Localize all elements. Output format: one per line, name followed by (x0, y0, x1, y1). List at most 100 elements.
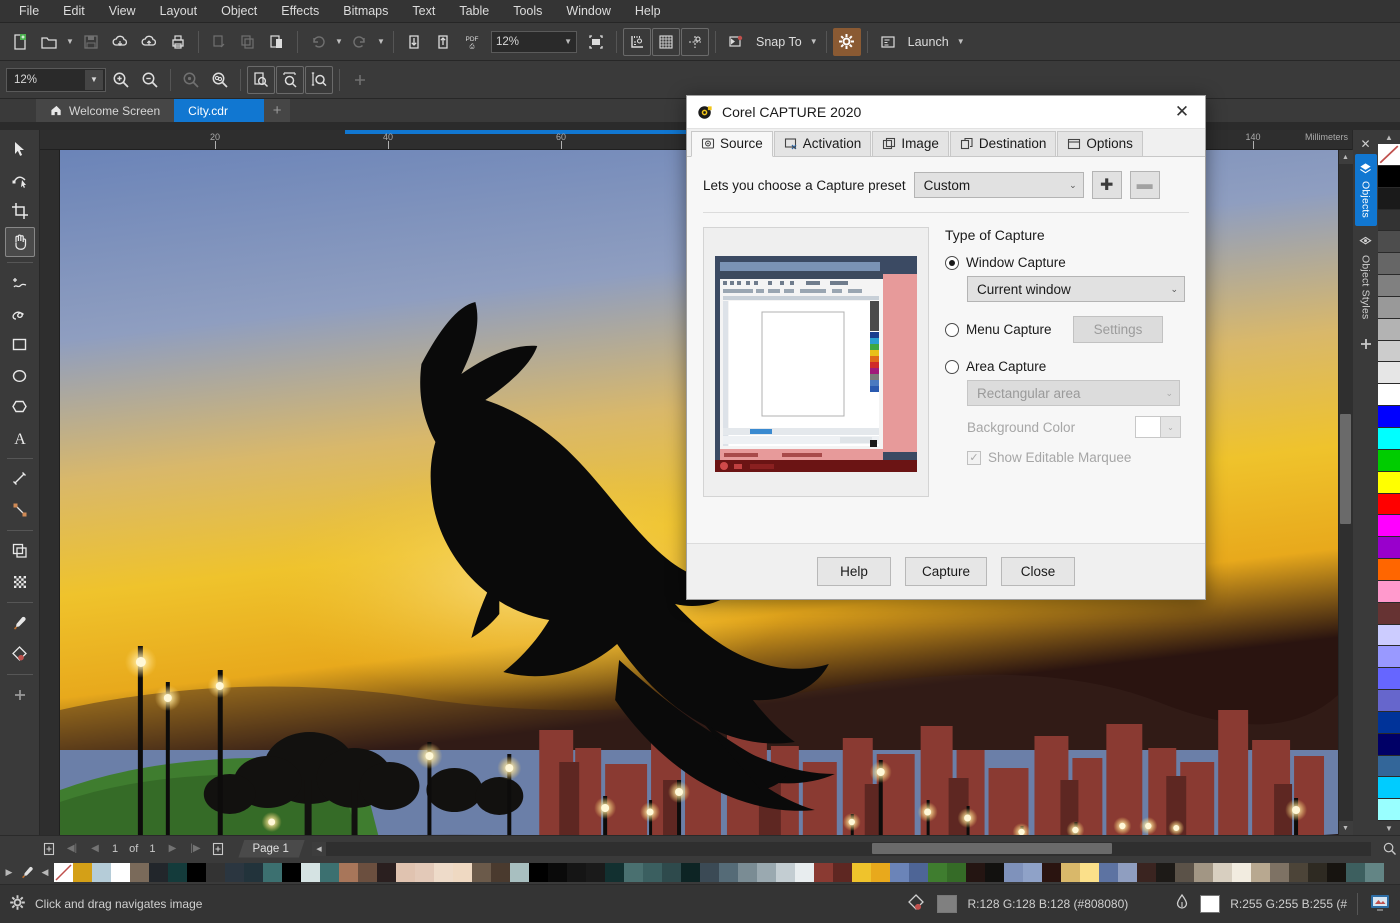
launch-label[interactable]: Launch (903, 35, 954, 49)
palette-swatch[interactable] (510, 863, 529, 882)
palette-swatch[interactable] (1308, 863, 1327, 882)
show-guidelines-icon[interactable] (681, 28, 709, 56)
zoom-navigator-icon[interactable] (1378, 839, 1400, 859)
show-marquee-row[interactable]: ✓ Show Editable Marquee (967, 450, 1189, 465)
copy-icon[interactable] (234, 28, 262, 56)
open-dropdown-icon[interactable]: ▼ (64, 28, 76, 56)
rectangle-tool[interactable] (5, 330, 35, 360)
last-page-icon[interactable]: |▶ (184, 839, 206, 859)
zoom-to-all-objects-icon[interactable] (206, 66, 234, 94)
tab-options[interactable]: Options (1057, 131, 1143, 156)
import-icon[interactable] (400, 28, 428, 56)
palette-swatch[interactable] (681, 863, 700, 882)
drop-shadow-tool[interactable] (5, 536, 35, 566)
palette-swatch[interactable] (149, 863, 168, 882)
ruler-unit-label[interactable]: Millimeters (1305, 132, 1348, 142)
launch-icon[interactable] (874, 28, 902, 56)
scroll-left-icon[interactable]: ◀ (312, 842, 326, 856)
window-capture-radio[interactable] (945, 256, 959, 270)
scroll-down-icon[interactable]: ▼ (1339, 821, 1353, 835)
scroll-thumb[interactable] (872, 843, 1112, 854)
palette-swatch[interactable] (1378, 559, 1400, 581)
palette-swatch[interactable] (529, 863, 548, 882)
palette-swatch[interactable] (1378, 690, 1400, 712)
zoom-combo[interactable]: 12% ▼ (6, 68, 106, 92)
palette-swatch[interactable] (1251, 863, 1270, 882)
current-page-number[interactable]: 1 (107, 843, 123, 855)
palette-swatch[interactable] (757, 863, 776, 882)
horizontal-scrollbar[interactable]: ◀ (312, 842, 1371, 856)
crop-tool[interactable] (5, 196, 35, 226)
palette-swatch[interactable] (928, 863, 947, 882)
palette-swatch[interactable] (339, 863, 358, 882)
menu-text[interactable]: Text (401, 1, 446, 21)
menu-settings-button[interactable]: Settings (1073, 316, 1164, 343)
palette-swatch[interactable] (1378, 712, 1400, 734)
palette-swatch[interactable] (320, 863, 339, 882)
docker-close-icon[interactable]: ✕ (1353, 136, 1379, 152)
snap-to-label[interactable]: Snap To (751, 35, 807, 49)
palette-swatch[interactable] (453, 863, 472, 882)
help-button[interactable]: Help (817, 557, 891, 586)
menu-capture-row[interactable]: Menu Capture Settings (945, 316, 1189, 343)
add-page-after-icon[interactable] (207, 839, 229, 859)
palette-swatch[interactable] (833, 863, 852, 882)
add-control-icon[interactable] (346, 66, 374, 94)
capture-button[interactable]: Capture (905, 557, 987, 586)
palette-swatch[interactable] (1378, 581, 1400, 603)
menu-file[interactable]: File (8, 1, 50, 21)
palette-swatch[interactable] (130, 863, 149, 882)
outline-color-swatch[interactable] (1200, 895, 1220, 913)
palette-swatch[interactable] (1232, 863, 1251, 882)
remove-preset-button[interactable]: ▬ (1130, 171, 1160, 199)
palette-swatch[interactable] (1378, 734, 1400, 756)
palette-swatch[interactable] (1156, 863, 1175, 882)
shape-tool[interactable] (5, 165, 35, 195)
preset-select[interactable]: Custom ⌄ (914, 172, 1084, 198)
palette-swatch[interactable] (1378, 319, 1400, 341)
zoom-to-page-icon[interactable] (247, 66, 275, 94)
zoom-out-icon[interactable] (136, 66, 164, 94)
scroll-thumb[interactable] (1340, 414, 1351, 524)
palette-swatch[interactable] (1378, 297, 1400, 319)
menu-help[interactable]: Help (624, 1, 672, 21)
palette-swatch[interactable] (1365, 863, 1384, 882)
palette-swatch[interactable] (168, 863, 187, 882)
palette-swatch[interactable] (624, 863, 643, 882)
palette-swatch[interactable] (1378, 799, 1400, 821)
palette-swatch[interactable] (1023, 863, 1042, 882)
area-capture-radio[interactable] (945, 360, 959, 374)
palette-swatch[interactable] (1175, 863, 1194, 882)
options-gear-icon[interactable] (833, 28, 861, 56)
palette-swatch[interactable] (1118, 863, 1137, 882)
add-page-before-icon[interactable] (38, 839, 60, 859)
palette-swatch[interactable] (434, 863, 453, 882)
palette-swatch[interactable] (1378, 428, 1400, 450)
palette-swatch[interactable] (1270, 863, 1289, 882)
import-cloud-icon[interactable] (106, 28, 134, 56)
palette-swatch[interactable] (1378, 341, 1400, 363)
palette-swatch[interactable] (472, 863, 491, 882)
palette-swatch[interactable] (605, 863, 624, 882)
menu-table[interactable]: Table (448, 1, 500, 21)
interactive-fill-tool[interactable] (5, 639, 35, 669)
palette-swatch[interactable] (358, 863, 377, 882)
palette-swatch[interactable] (1042, 863, 1061, 882)
palette-swatch[interactable] (1378, 756, 1400, 778)
palette-swatch[interactable] (415, 863, 434, 882)
zoom-to-selection-icon[interactable] (177, 66, 205, 94)
snap-to-icon[interactable] (722, 28, 750, 56)
palette-swatch[interactable] (1378, 362, 1400, 384)
palette-swatch[interactable] (1004, 863, 1023, 882)
palette-swatch[interactable] (1378, 646, 1400, 668)
undo-icon[interactable] (304, 28, 332, 56)
status-gear-icon[interactable] (8, 893, 27, 915)
palette-swatch[interactable] (852, 863, 871, 882)
palette-swatch[interactable] (1378, 625, 1400, 647)
tab-city-cdr[interactable]: City.cdr (174, 99, 264, 122)
menu-bitmaps[interactable]: Bitmaps (332, 1, 399, 21)
menu-window[interactable]: Window (555, 1, 621, 21)
page-tab-1[interactable]: Page 1 (238, 840, 304, 858)
menu-effects[interactable]: Effects (270, 1, 330, 21)
palette-swatch[interactable] (1194, 863, 1213, 882)
